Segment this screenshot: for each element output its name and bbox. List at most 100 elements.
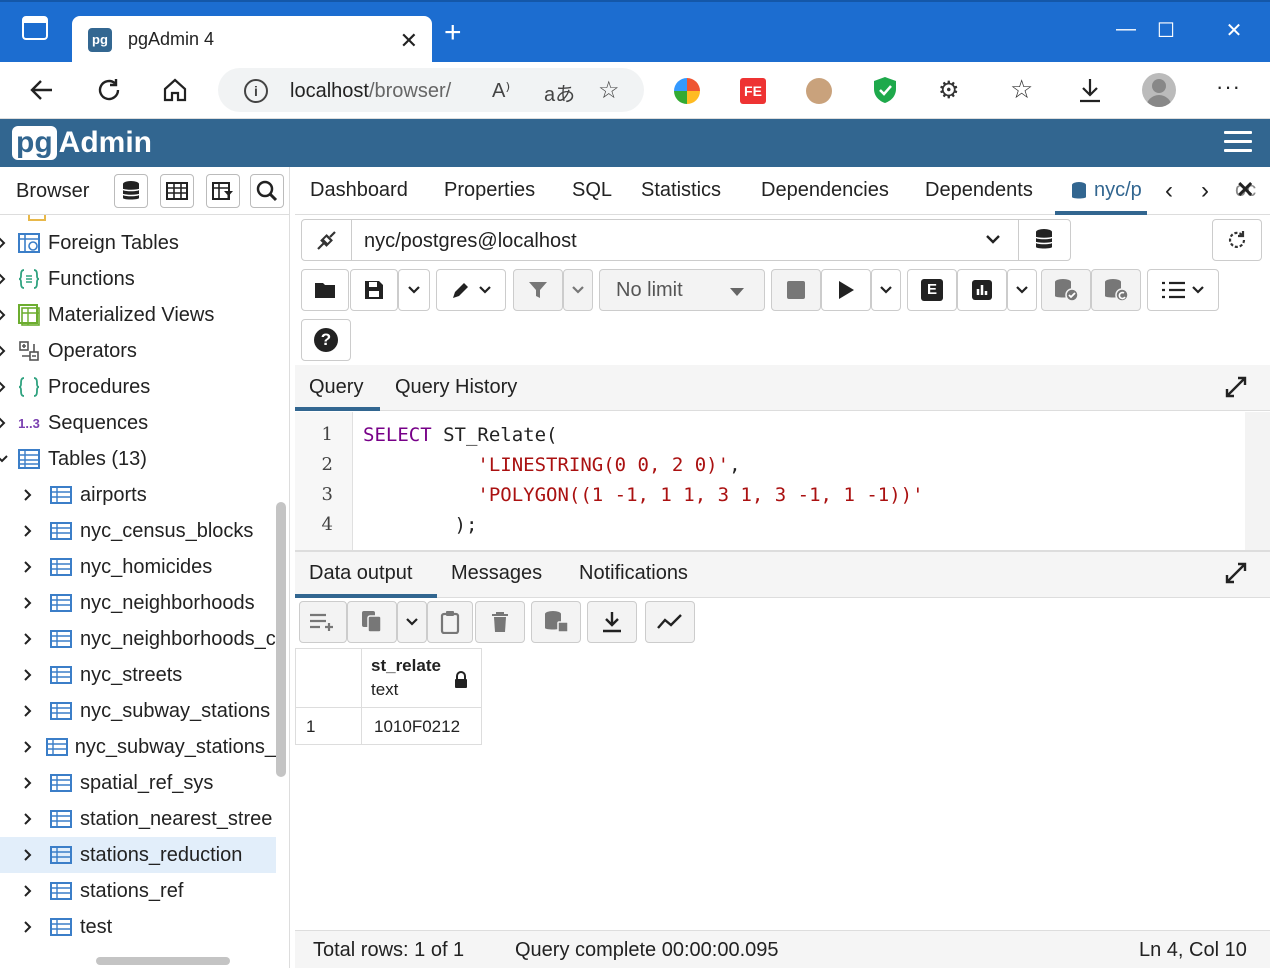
edit-menu-button[interactable] bbox=[436, 269, 506, 311]
save-options-button[interactable] bbox=[398, 269, 430, 311]
chevron-right-icon[interactable] bbox=[22, 849, 48, 861]
graph-visualiser-button[interactable] bbox=[645, 601, 695, 643]
explain-options-button[interactable] bbox=[1007, 269, 1037, 311]
chevron-right-icon[interactable] bbox=[22, 885, 48, 897]
tab-data-output[interactable]: Data output bbox=[309, 562, 412, 585]
new-connection-button[interactable] bbox=[1018, 220, 1070, 260]
add-row-button[interactable] bbox=[299, 601, 347, 643]
code-line[interactable]: SELECT ST_Relate( bbox=[363, 424, 557, 446]
stop-query-button[interactable] bbox=[771, 269, 821, 311]
row-limit-select[interactable]: No limit bbox=[599, 269, 765, 311]
code-line[interactable]: 'LINESTRING(0 0, 2 0)', bbox=[363, 454, 740, 476]
tree-item-table[interactable]: nyc_homicides bbox=[0, 549, 276, 585]
add-favorite-icon[interactable]: ☆ bbox=[598, 76, 620, 105]
query-tool-button[interactable] bbox=[114, 174, 148, 208]
address-bar[interactable]: i localhost/browser/ A⁾ aあ ☆ bbox=[218, 68, 644, 112]
sql-editor[interactable]: 1 2 3 4 SELECT ST_Relate( 'LINESTRING(0 0, … bbox=[295, 412, 1245, 550]
menu-hamburger-icon[interactable] bbox=[1224, 131, 1252, 155]
tree-item-table[interactable]: spatial_ref_sys bbox=[0, 765, 276, 801]
tree-item-table[interactable]: nyc_streets bbox=[0, 657, 276, 693]
tree-item-table[interactable]: nyc_neighborhoods bbox=[0, 585, 276, 621]
tabs-scroll-left-icon[interactable]: ‹ bbox=[1165, 177, 1173, 205]
view-data-button[interactable] bbox=[160, 174, 194, 208]
tab-properties[interactable]: Properties bbox=[444, 179, 535, 202]
code-line[interactable]: ); bbox=[363, 514, 478, 536]
chevron-right-icon[interactable] bbox=[22, 597, 48, 609]
reset-layout-button[interactable] bbox=[1212, 219, 1262, 261]
filter-options-button[interactable] bbox=[563, 269, 593, 311]
chevron-right-icon[interactable] bbox=[22, 561, 48, 573]
maximize-panel-icon[interactable] bbox=[1225, 376, 1247, 398]
tab-statistics[interactable]: Statistics bbox=[641, 179, 721, 202]
tabs-scroll-right-icon[interactable]: › bbox=[1201, 177, 1209, 205]
chevron-right-icon[interactable] bbox=[0, 273, 16, 285]
chevron-right-icon[interactable] bbox=[22, 813, 48, 825]
paste-button[interactable] bbox=[427, 601, 473, 643]
window-close-icon[interactable]: ✕ bbox=[1214, 18, 1254, 48]
editor-scrollbar[interactable] bbox=[1245, 412, 1270, 550]
tab-dashboard[interactable]: Dashboard bbox=[310, 179, 408, 202]
tree-item-table[interactable]: nyc_subway_stations_ bbox=[0, 729, 276, 765]
chevron-right-icon[interactable] bbox=[22, 489, 48, 501]
chevron-right-icon[interactable] bbox=[22, 921, 48, 933]
minimize-icon[interactable]: — bbox=[1106, 18, 1146, 48]
tree-item-table[interactable]: station_nearest_stree bbox=[0, 801, 276, 837]
tree-item-table[interactable]: stations_ref bbox=[0, 873, 276, 909]
back-icon[interactable] bbox=[28, 76, 56, 104]
filtered-rows-button[interactable] bbox=[206, 174, 240, 208]
open-file-button[interactable] bbox=[301, 269, 349, 311]
table-cell[interactable]: 1010F0212 bbox=[361, 707, 482, 745]
tree-item-table[interactable]: stations_reduction bbox=[0, 837, 276, 873]
copy-options-button[interactable] bbox=[397, 601, 427, 643]
help-button[interactable]: ? bbox=[301, 319, 351, 361]
extension-shield-icon[interactable] bbox=[872, 76, 898, 104]
chevron-down-icon[interactable] bbox=[0, 453, 16, 465]
tab-notifications[interactable]: Notifications bbox=[579, 562, 688, 585]
more-menu-icon[interactable]: ··· bbox=[1216, 74, 1241, 100]
explain-button[interactable]: E bbox=[907, 269, 957, 311]
tree-item-table[interactable]: nyc_neighborhoods_c bbox=[0, 621, 276, 657]
extensions-icon[interactable]: ⚙ bbox=[938, 76, 960, 105]
execute-button[interactable] bbox=[821, 269, 871, 311]
tree-item[interactable]: Operators bbox=[0, 333, 276, 369]
chevron-right-icon[interactable] bbox=[22, 633, 48, 645]
row-number-cell[interactable]: 1 bbox=[295, 707, 362, 745]
maximize-panel-icon[interactable] bbox=[1225, 562, 1247, 584]
tree-item[interactable]: 1..3 Sequences bbox=[0, 405, 276, 441]
tree-item[interactable]: Procedures bbox=[0, 369, 276, 405]
close-tab-icon[interactable]: ✕ bbox=[1236, 177, 1254, 203]
chevron-right-icon[interactable] bbox=[22, 705, 48, 717]
profile-avatar[interactable] bbox=[1142, 73, 1176, 107]
chevron-right-icon[interactable] bbox=[22, 525, 48, 537]
delete-row-button[interactable] bbox=[475, 601, 525, 643]
tab-dependents[interactable]: Dependents bbox=[925, 179, 1033, 202]
tab-messages[interactable]: Messages bbox=[451, 562, 542, 585]
new-tab-icon[interactable]: + bbox=[444, 18, 462, 48]
browser-tab[interactable]: pg pgAdmin 4 ✕ bbox=[72, 16, 432, 64]
tree-item-table[interactable]: nyc_subway_stations bbox=[0, 693, 276, 729]
tab-query[interactable]: Query bbox=[309, 376, 363, 399]
connection-selector[interactable]: nyc/postgres@localhost bbox=[301, 219, 1071, 261]
extension-fe-icon[interactable]: FE bbox=[740, 78, 766, 104]
download-button[interactable] bbox=[587, 601, 637, 643]
extension-colorful-icon[interactable] bbox=[674, 78, 700, 104]
extension-owl-icon[interactable] bbox=[806, 78, 832, 104]
copy-button[interactable] bbox=[347, 601, 397, 643]
chevron-right-icon[interactable] bbox=[0, 417, 16, 429]
chevron-right-icon[interactable] bbox=[0, 381, 16, 393]
tree-item[interactable]: Tables (13) bbox=[0, 441, 276, 477]
column-header-st-relate[interactable]: st_relate text bbox=[361, 648, 482, 708]
home-icon[interactable] bbox=[161, 76, 189, 104]
code-line[interactable]: 'POLYGON((1 -1, 1 1, 3 1, 3 -1, 1 -1))' bbox=[363, 484, 923, 506]
tab-query-history[interactable]: Query History bbox=[395, 376, 517, 399]
url-text[interactable]: localhost/browser/ bbox=[290, 80, 451, 103]
refresh-icon[interactable] bbox=[95, 76, 123, 104]
filter-button[interactable] bbox=[513, 269, 563, 311]
commit-button[interactable] bbox=[1041, 269, 1091, 311]
search-objects-button[interactable] bbox=[250, 174, 284, 208]
translate-icon[interactable]: aあ bbox=[544, 78, 575, 107]
rollback-button[interactable] bbox=[1091, 269, 1141, 311]
execute-options-button[interactable] bbox=[871, 269, 901, 311]
tree-item[interactable]: Foreign Tables bbox=[0, 225, 276, 261]
chevron-right-icon[interactable] bbox=[0, 309, 16, 321]
